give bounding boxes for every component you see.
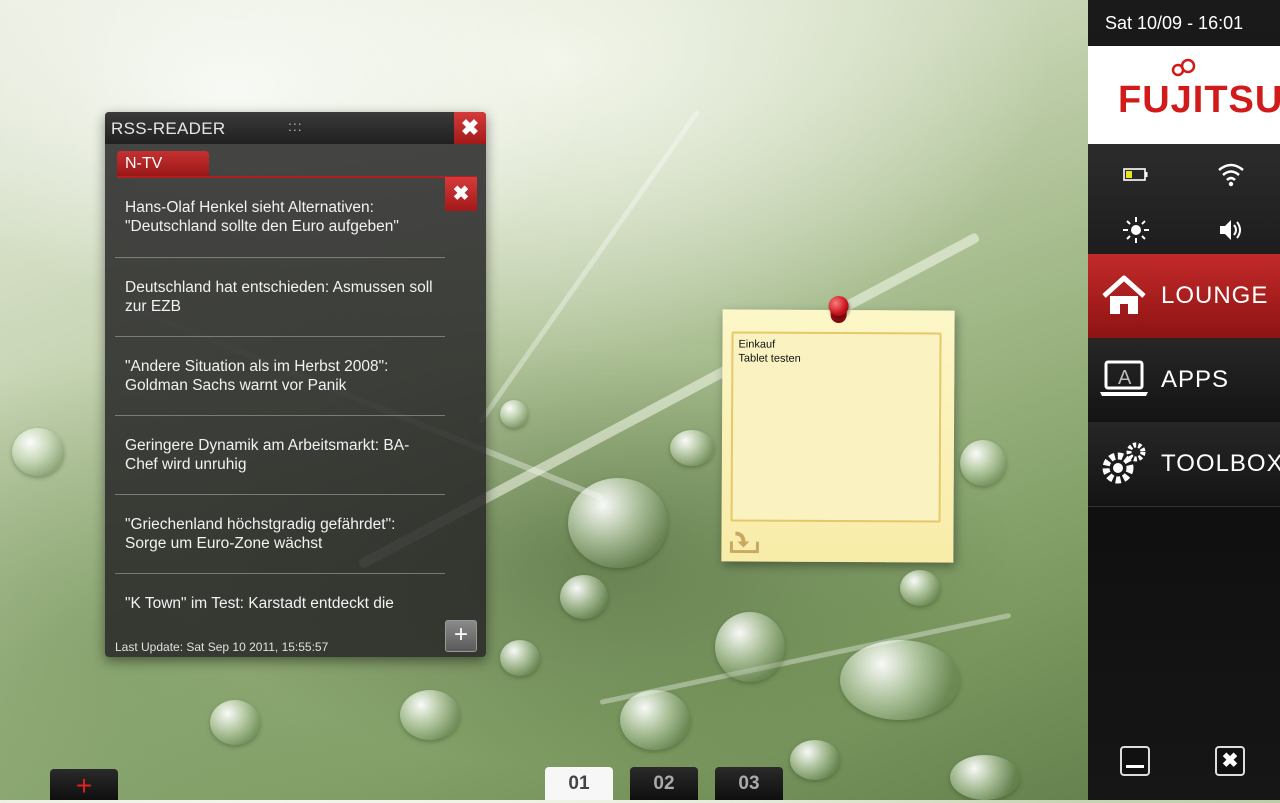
battery-icon — [1123, 168, 1148, 181]
brightness-icon[interactable] — [1121, 215, 1151, 245]
rss-item[interactable]: Deutschland hat entschieden: Asmussen so… — [115, 258, 445, 337]
rss-title: RSS-READER — [111, 119, 226, 138]
rss-item[interactable]: "Griechenland höchstgradig gefährdet": S… — [115, 495, 445, 574]
wifi-icon[interactable] — [1216, 159, 1246, 189]
rss-item[interactable]: "K Town" im Test: Karstadt entdeckt die — [115, 574, 445, 618]
pushpin-head — [828, 295, 849, 317]
close-icon: ✖ — [1221, 750, 1239, 772]
brand-logo: FUJITSU — [1088, 46, 1280, 144]
nav-lounge[interactable]: LOUNGE — [1088, 254, 1280, 338]
page-tab-03[interactable]: 03 — [715, 767, 783, 800]
clock: Sat 10/09 - 16:01 — [1105, 13, 1244, 33]
feed-close-button[interactable]: ✖ — [445, 177, 477, 211]
nav-toolbox-label: TOOLBOX — [1161, 450, 1280, 477]
minimize-button[interactable] — [1120, 746, 1150, 776]
sticky-note: Einkauf Tablet testen — [721, 295, 955, 563]
sidebar: Sat 10/09 - 16:01 FUJITSU LOUNGE A APPS … — [1088, 0, 1280, 800]
drag-handle-icon[interactable]: ::: — [288, 118, 303, 134]
nav-apps[interactable]: A APPS — [1088, 338, 1280, 423]
rss-item[interactable]: "Andere Situation als im Herbst 2008": G… — [115, 337, 445, 416]
volume-icon[interactable] — [1216, 215, 1246, 245]
status-panel — [1088, 144, 1280, 254]
brand-text: FUJITSU — [1118, 79, 1280, 121]
rss-close-button[interactable]: ✖ — [454, 112, 486, 144]
nav-lounge-label: LOUNGE — [1161, 282, 1269, 309]
save-icon[interactable] — [727, 527, 761, 555]
page-tab-01[interactable]: 01 — [545, 767, 613, 800]
rss-item[interactable]: Geringere Dynamik am Arbeitsmarkt: BA-Ch… — [115, 416, 445, 495]
rss-item-list[interactable]: Hans-Olaf Henkel sieht Alternativen: "De… — [115, 178, 445, 618]
close-app-button[interactable]: ✖ — [1215, 746, 1245, 776]
add-widget-button[interactable]: + — [50, 769, 118, 801]
add-feed-button[interactable]: + — [445, 620, 477, 652]
page-tab-02[interactable]: 02 — [630, 767, 698, 800]
minimize-icon — [1126, 765, 1144, 768]
home-icon — [1102, 275, 1146, 314]
rss-titlebar[interactable]: RSS-READER ::: — [105, 112, 486, 144]
laptop-icon: A — [1100, 360, 1148, 396]
close-icon: ✖ — [460, 115, 480, 140]
nav-toolbox[interactable]: TOOLBOX — [1088, 422, 1280, 507]
tab-n-tv[interactable]: N-TV — [117, 151, 209, 176]
last-update-text: Last Update: Sat Sep 10 2011, 15:55:57 — [115, 640, 329, 654]
nav-apps-label: APPS — [1161, 366, 1230, 393]
note-textarea[interactable]: Einkauf Tablet testen — [730, 331, 942, 523]
gears-icon — [1102, 442, 1146, 484]
close-icon: ✖ — [452, 183, 470, 205]
svg-text:A: A — [1118, 367, 1132, 389]
rss-item[interactable]: Hans-Olaf Henkel sieht Alternativen: "De… — [115, 178, 445, 258]
plus-icon: + — [453, 621, 468, 648]
rss-reader-window: RSS-READER ::: ✖ N-TV Hans-Olaf Henkel s… — [105, 112, 486, 657]
